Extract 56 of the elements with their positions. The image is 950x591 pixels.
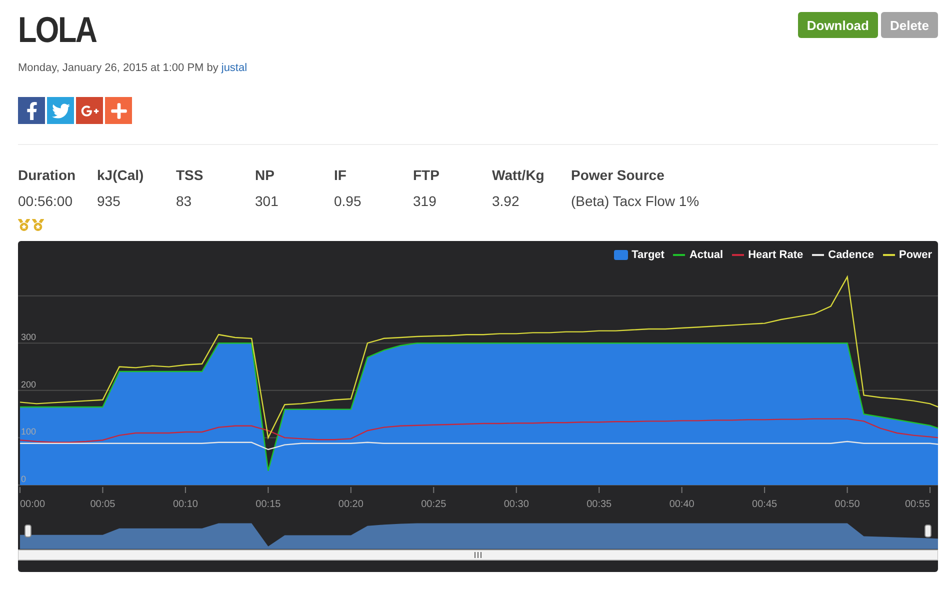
x-tick-label: 00:55 [905,499,930,510]
x-tick-label: 00:45 [752,499,778,510]
stat-label: NP [255,167,276,183]
share-button[interactable] [18,97,45,124]
stat-value: 0.95 [334,193,362,209]
stat-label: Duration [18,167,77,183]
stat-label: Watt/Kg [492,167,546,183]
legend-line-icon [732,254,744,256]
legend-line-icon [812,254,824,256]
x-tick-label: 00:35 [586,499,612,510]
x-tick-label: 00:40 [669,499,694,510]
x-tick-label: 00:00 [20,499,46,510]
scrollbar-grip-icon[interactable] [474,552,482,558]
x-tick-label: 00:25 [421,499,446,510]
stat-value: 83 [176,193,193,209]
plus-icon [110,102,128,120]
stat-label: kJ(Cal) [97,167,145,183]
range-handle[interactable] [24,524,32,538]
legend-label[interactable]: Cadence [828,249,874,261]
medal-icon [18,219,30,231]
author-link[interactable]: justal [221,62,248,74]
y-tick-label: 300 [21,332,36,342]
stat-value: 935 [97,193,122,209]
legend-label[interactable]: Heart Rate [748,249,804,261]
stat-label: Power Source [571,167,666,183]
y-tick-label: 100 [21,426,36,437]
legend-line-icon [882,254,895,256]
stat-value: 3.92 [492,193,520,209]
x-tick-label: 00:50 [834,499,860,510]
x-tick-label: 00:30 [504,499,529,510]
legend-label[interactable]: Target [632,249,664,261]
y-tick-label: 200 [21,379,36,390]
stat-label: TSS [176,167,204,183]
y-tick-label: 0 [21,474,26,484]
stat-label: IF [334,167,348,183]
stat-value: 00:56:00 [18,193,74,209]
legend-swatch-icon [614,250,628,260]
share-button[interactable] [105,97,132,124]
range-handle[interactable] [924,524,932,538]
share-button[interactable] [47,97,74,124]
stat-value: (Beta) Tacx Flow 1% [571,193,700,209]
bird-icon [52,102,70,120]
page-title: LOLA [18,10,96,50]
share-button[interactable] [76,97,103,124]
stat-value: 319 [413,193,438,209]
legend-line-icon [673,254,686,256]
stat-label: FTP [413,167,440,183]
stat-value: 301 [255,193,280,209]
x-tick-label: 00:15 [256,499,281,510]
post-date: Monday, January 26, 2015 at 1:00 PM by [18,62,218,74]
legend-label[interactable]: Power [898,249,932,261]
x-tick-label: 00:05 [90,499,116,510]
medal-icon [32,219,44,231]
x-tick-label: 00:10 [172,499,198,510]
x-tick-label: 00:20 [338,499,364,510]
legend-label[interactable]: Actual [689,249,724,261]
